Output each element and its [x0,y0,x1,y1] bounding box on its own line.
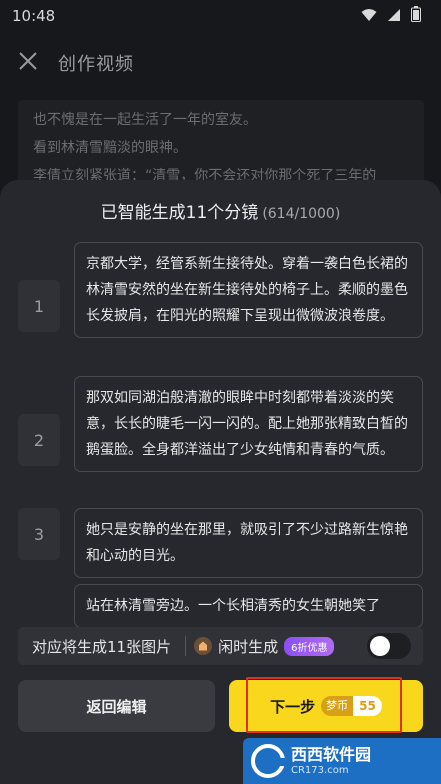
segment-list[interactable]: 1 京都大学，经管系新生接待处。穿着一袭白色长裙的林清雪安然的坐在新生接待处的椅… [0,238,441,668]
storyboard-sheet: 已智能生成11个分镜 (614/1000) 1 京都大学，经管系新生接待处。穿着一… [0,180,441,784]
watermark: 西西软件园 CR173.com [243,738,441,784]
segment-index: 3 [18,508,60,560]
image-count-label: 对应将生成11张图片 [32,637,172,656]
watermark-main: 西西软件园 [291,745,372,764]
segment-index: 1 [18,280,60,332]
status-icons [361,6,421,26]
watermark-text: 西西软件园 CR173.com [291,745,371,777]
status-time: 10:48 [12,7,56,25]
char-count: (614/1000) [262,206,341,222]
segment-index: 2 [18,414,60,466]
background-title: 创作视频 [58,54,134,75]
toggle-knob [370,636,390,656]
discount-badge: 6折优惠 [284,636,335,656]
sheet-title-text: 已智能生成11个分镜 [100,203,259,223]
highlight-box [246,677,402,733]
close-icon[interactable] [18,51,38,75]
background-text: 也不愧是在一起生活了一年的室友。 看到林清雪黯淡的眼神。 李倩立刻紧张道：“清雪… [33,92,413,188]
background-header: 创作视频 [0,38,441,88]
watermark-sub: CR173.com [291,765,349,776]
watermark-logo-icon [251,744,287,778]
status-bar: 10:48 [0,0,441,32]
idle-generate-label: 闲时生成 [218,637,279,656]
wifi-icon [361,7,377,26]
battery-icon [411,6,421,26]
segment-text[interactable]: 京都大学，经管系新生接待处。穿着一袭白色长裙的林清雪安然的坐在新生接待处的椅子上… [74,242,423,338]
idle-mode-icon [194,637,213,655]
back-to-edit-button[interactable]: 返回编辑 [18,680,215,732]
segment-text[interactable]: 那双如同湖泊般清澈的眼眸中时刻都带着淡淡的笑意，长长的睫毛一闪一闪的。配上她那张… [74,376,423,472]
idle-generate-toggle[interactable] [367,633,411,659]
divider [185,636,187,656]
generation-options: 对应将生成11张图片 闲时生成 6折优惠 [18,627,423,665]
signal-icon [387,7,401,26]
background-line: 也不愧是在一起生活了一年的室友。 [33,112,257,128]
segment-text[interactable]: 她只是安静的坐在那里，就吸引了不少过路新生惊艳和心动的目光。 [74,508,423,578]
sheet-title: 已智能生成11个分镜 (614/1000) [0,198,441,223]
segment-text[interactable]: 站在林清雪旁边。一个长相清秀的女生朝她笑了 [74,584,423,628]
background-line: 看到林清雪黯淡的眼神。 [33,140,187,156]
